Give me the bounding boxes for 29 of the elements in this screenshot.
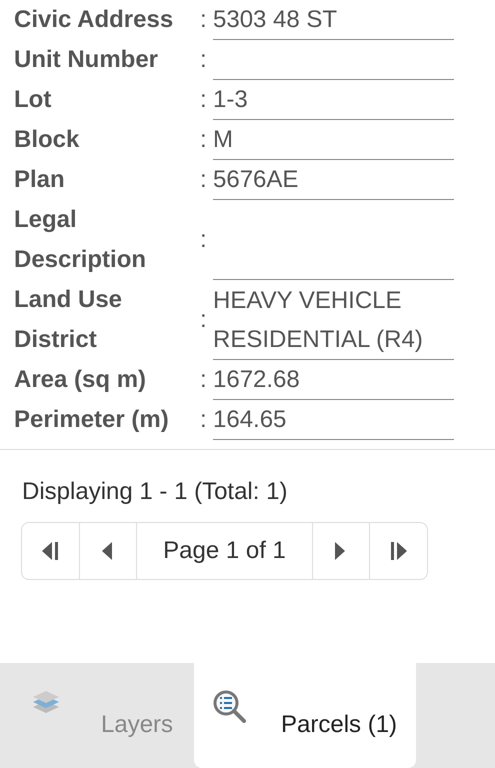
colon: : bbox=[200, 405, 207, 435]
field-label: Perimeter (m) bbox=[14, 405, 170, 435]
search-icon bbox=[212, 689, 248, 723]
field-label: Area (sq m) bbox=[14, 365, 148, 395]
value-field: 5676AE bbox=[213, 160, 454, 200]
value-field: 164.65 bbox=[213, 400, 454, 440]
colon: : bbox=[200, 85, 207, 115]
result-count: Displaying 1 - 1 (Total: 1) bbox=[22, 477, 288, 507]
field-label: Block bbox=[14, 125, 80, 155]
field-label: Civic Address bbox=[14, 5, 174, 35]
field-label: Plan bbox=[14, 165, 66, 195]
value-field: M bbox=[213, 120, 454, 160]
field-label: Lot bbox=[14, 85, 52, 115]
field-label: Legal Description bbox=[14, 205, 148, 275]
colon: : bbox=[200, 45, 207, 75]
colon: : bbox=[200, 365, 207, 395]
page-indicator: Page 1 of 1 bbox=[137, 523, 313, 579]
value-field: 5303 48 ST bbox=[213, 0, 454, 40]
field-label: Land Use District bbox=[14, 285, 124, 355]
value-field: 1672.68 bbox=[213, 360, 454, 400]
colon: : bbox=[200, 5, 207, 35]
field-label: Unit Number bbox=[14, 45, 159, 75]
colon: : bbox=[200, 225, 207, 255]
colon: : bbox=[200, 165, 207, 195]
colon: : bbox=[200, 305, 207, 335]
tab[interactable]: Parcels (1) bbox=[194, 663, 416, 768]
value-field: HEAVY VEHICLE RESIDENTIAL (R4) bbox=[213, 280, 454, 360]
colon: : bbox=[200, 125, 207, 155]
value-field: 1-3 bbox=[213, 80, 454, 120]
